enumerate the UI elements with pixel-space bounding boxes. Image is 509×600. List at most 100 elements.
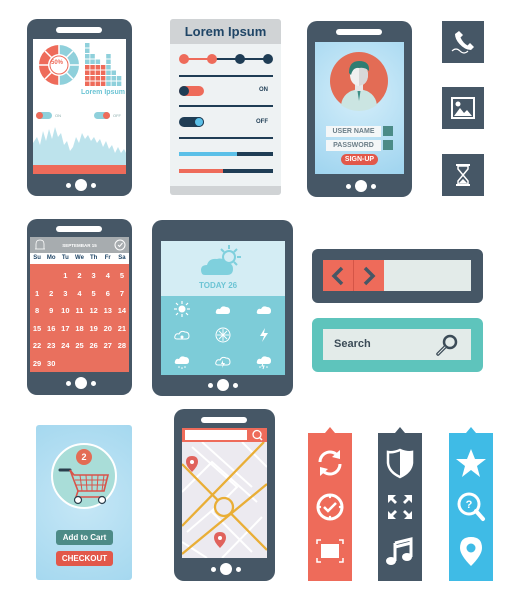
calendar-phone: SEPTEMBAR 15 Su Mo Tu We Th Fr Sa 123451234567… bbox=[27, 219, 132, 395]
calendar-day[interactable]: 4 bbox=[101, 271, 115, 280]
checkout-button[interactable]: CHECKOUT bbox=[56, 551, 113, 566]
calendar-day[interactable]: 16 bbox=[44, 324, 58, 333]
equalizer-cell bbox=[85, 59, 90, 64]
home-button[interactable] bbox=[66, 377, 96, 389]
prev-button[interactable] bbox=[323, 260, 354, 291]
equalizer-cell bbox=[106, 54, 111, 59]
toggle-switch-off[interactable] bbox=[179, 117, 204, 127]
fullscreen-frame-icon[interactable] bbox=[314, 535, 346, 567]
calendar-day[interactable]: 17 bbox=[58, 324, 72, 333]
home-button[interactable] bbox=[346, 180, 376, 192]
calendar-day[interactable]: 10 bbox=[58, 306, 72, 315]
shield-icon[interactable] bbox=[384, 447, 416, 479]
snowflake-icon[interactable] bbox=[215, 327, 231, 343]
search-input[interactable]: Search bbox=[323, 329, 471, 360]
cloud-icon[interactable] bbox=[256, 301, 272, 317]
toggle-switch-on[interactable] bbox=[179, 86, 204, 96]
clock-icon[interactable] bbox=[114, 239, 126, 251]
thunderstorm-icon[interactable] bbox=[215, 354, 231, 370]
calendar-day[interactable]: 1 bbox=[58, 271, 72, 280]
home-button[interactable] bbox=[66, 179, 96, 191]
calendar-day[interactable]: 28 bbox=[115, 341, 129, 350]
icon-ribbon bbox=[378, 425, 422, 581]
home-button[interactable] bbox=[208, 379, 238, 391]
calendar-day[interactable]: 5 bbox=[115, 271, 129, 280]
calendar-day[interactable]: 4 bbox=[72, 289, 86, 298]
star-icon[interactable] bbox=[455, 447, 487, 479]
location-pin-icon[interactable] bbox=[455, 535, 487, 567]
calendar-day[interactable]: 14 bbox=[115, 306, 129, 315]
refresh-icon[interactable] bbox=[314, 447, 346, 479]
bell-icon[interactable] bbox=[33, 238, 47, 252]
step-slider[interactable] bbox=[178, 53, 274, 65]
search-placeholder: Search bbox=[334, 338, 371, 350]
equalizer-cell bbox=[85, 81, 90, 86]
username-field[interactable]: USER NAME bbox=[326, 126, 381, 137]
calendar-day[interactable]: 3 bbox=[58, 289, 72, 298]
calendar-day[interactable]: 11 bbox=[72, 306, 86, 315]
calendar-day[interactable]: 18 bbox=[72, 324, 86, 333]
calendar-day[interactable]: 7 bbox=[115, 289, 129, 298]
toggle-off[interactable] bbox=[94, 112, 110, 119]
calendar-day[interactable]: 6 bbox=[101, 289, 115, 298]
calendar-day[interactable]: 13 bbox=[101, 306, 115, 315]
map-search-input[interactable] bbox=[185, 430, 247, 440]
music-icon[interactable] bbox=[384, 535, 416, 567]
add-to-cart-button[interactable]: Add to Cart bbox=[56, 530, 113, 545]
search-help-icon[interactable]: ? bbox=[455, 491, 487, 523]
equalizer-cell bbox=[100, 70, 106, 75]
lightning-icon[interactable] bbox=[256, 327, 272, 343]
calendar-day[interactable]: 12 bbox=[87, 306, 101, 315]
calendar-days: 1 2 3 4 5 1 2 3 4 5 6 7 8 9 10 11 12 13 14 15 16 17 18 19 20 21 22… bbox=[30, 264, 129, 372]
calendar-day[interactable]: 23 bbox=[44, 341, 58, 350]
calendar-day[interactable]: 9 bbox=[44, 306, 58, 315]
calendar-day[interactable]: 25 bbox=[72, 341, 86, 350]
search-icon[interactable] bbox=[435, 333, 459, 357]
dashboard-title: Lorem Ipsum bbox=[81, 89, 125, 96]
username-check[interactable] bbox=[383, 126, 393, 136]
progress-bar-blue bbox=[179, 152, 273, 156]
login-screen: USER NAME PASSWORD SIGN-UP bbox=[315, 42, 404, 174]
next-button[interactable] bbox=[354, 260, 384, 291]
partly-cloudy-icon[interactable] bbox=[215, 301, 231, 317]
calendar-day[interactable]: 22 bbox=[30, 341, 44, 350]
rain-icon[interactable] bbox=[174, 354, 190, 370]
calendar-day[interactable]: 19 bbox=[87, 324, 101, 333]
calendar-day[interactable]: 21 bbox=[115, 324, 129, 333]
toggle-on[interactable] bbox=[36, 112, 52, 119]
calendar-day[interactable]: 8 bbox=[30, 306, 44, 315]
signup-button[interactable]: SIGN-UP bbox=[341, 154, 378, 165]
svg-text:?: ? bbox=[466, 499, 473, 511]
calendar-day[interactable]: 2 bbox=[72, 271, 86, 280]
weekday-label: Tu bbox=[61, 255, 69, 261]
snow-cloud-icon[interactable] bbox=[173, 327, 190, 343]
calendar-day[interactable]: 29 bbox=[30, 359, 44, 368]
map-phone bbox=[174, 409, 275, 581]
map-search-icon[interactable] bbox=[251, 429, 263, 441]
equalizer-cell bbox=[85, 48, 90, 53]
icon-ribbon: ? bbox=[449, 425, 493, 581]
calendar-day[interactable]: 1 bbox=[30, 289, 44, 298]
clock-check-icon[interactable] bbox=[314, 491, 346, 523]
calendar-day[interactable]: 30 bbox=[44, 359, 58, 368]
calendar-day[interactable]: 26 bbox=[87, 341, 101, 350]
donut-label: 50% bbox=[51, 60, 64, 66]
hourglass-icon-tile[interactable] bbox=[442, 154, 484, 196]
calendar-day[interactable]: 24 bbox=[58, 341, 72, 350]
password-check[interactable] bbox=[383, 140, 393, 150]
equalizer-cell bbox=[106, 81, 111, 86]
storm-icon[interactable] bbox=[256, 354, 272, 370]
footer-bar bbox=[33, 165, 126, 174]
password-field[interactable]: PASSWORD bbox=[326, 140, 381, 151]
calendar-day[interactable]: 15 bbox=[30, 324, 44, 333]
phone-icon-tile[interactable] bbox=[442, 21, 484, 63]
calendar-day[interactable]: 2 bbox=[44, 289, 58, 298]
calendar-day[interactable]: 20 bbox=[101, 324, 115, 333]
home-button[interactable] bbox=[211, 563, 241, 575]
calendar-day[interactable]: 5 bbox=[87, 289, 101, 298]
calendar-day[interactable]: 3 bbox=[87, 271, 101, 280]
calendar-day[interactable]: 27 bbox=[101, 341, 115, 350]
image-icon-tile[interactable] bbox=[442, 87, 484, 129]
expand-arrows-icon[interactable] bbox=[384, 491, 416, 523]
sun-icon[interactable] bbox=[173, 301, 190, 318]
